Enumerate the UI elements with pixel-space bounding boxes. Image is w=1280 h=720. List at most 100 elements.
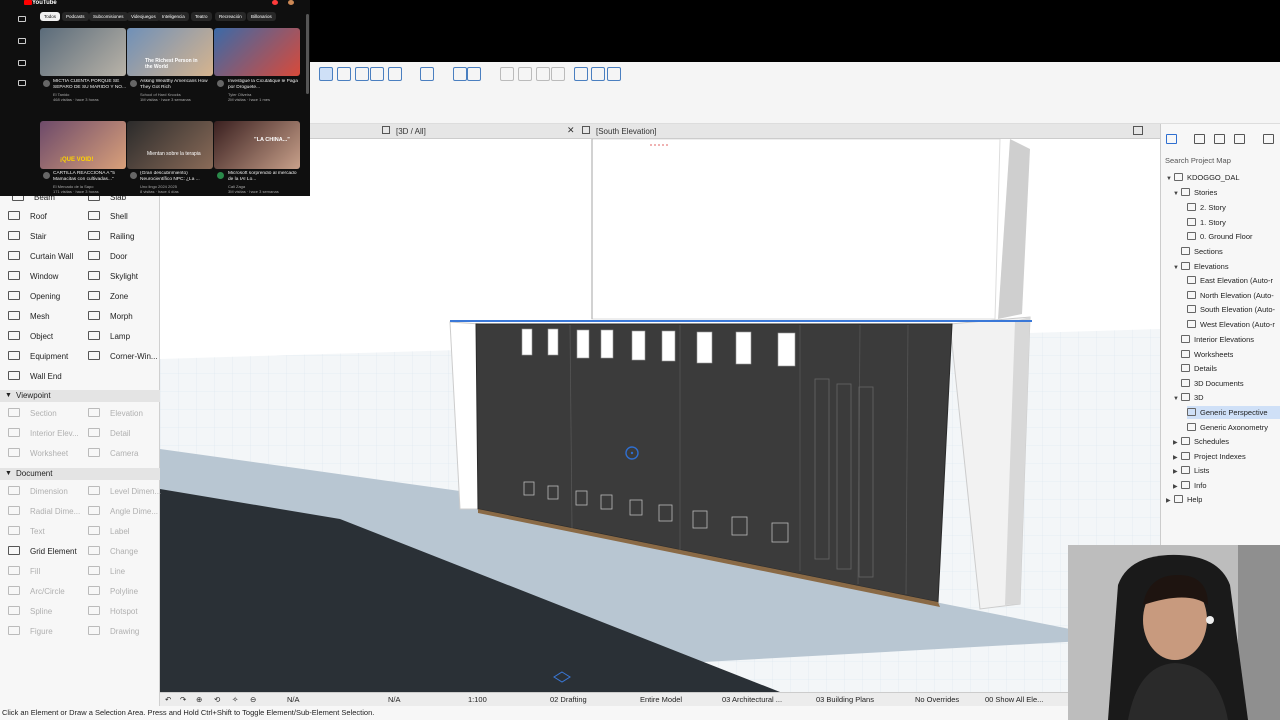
- overrides-field[interactable]: No Overrides: [915, 695, 959, 704]
- tool-equipment[interactable]: Equipment: [8, 350, 68, 364]
- nav-project-root[interactable]: ▼ KDOGGO_DAL: [1166, 171, 1240, 184]
- nav-east-elevation[interactable]: East Elevation (Auto-r: [1187, 274, 1273, 287]
- tool-dimension[interactable]: Dimension: [8, 485, 68, 499]
- tool-text[interactable]: Text: [8, 525, 45, 539]
- trace-icon[interactable]: [574, 67, 588, 81]
- shorts-icon[interactable]: [18, 38, 26, 44]
- chip-inteligencia[interactable]: Inteligencia: [158, 12, 189, 21]
- nav-ground-floor[interactable]: 0. Ground Floor: [1187, 230, 1253, 243]
- tab-south-elevation[interactable]: [South Elevation]: [592, 126, 656, 138]
- project-map-icon[interactable]: [1166, 134, 1177, 144]
- tool-polyline[interactable]: Polyline: [88, 585, 138, 599]
- publisher-icon[interactable]: [1234, 134, 1245, 144]
- tool-line[interactable]: Line: [88, 565, 125, 579]
- video-thumbnail[interactable]: [40, 28, 126, 76]
- tool-corner-window[interactable]: Corner-Win...: [88, 350, 158, 364]
- you-icon[interactable]: [18, 80, 26, 86]
- tool-morph[interactable]: Morph: [88, 310, 133, 324]
- scale-field[interactable]: 1:100: [468, 695, 487, 704]
- nav-info[interactable]: ▶ Info: [1173, 479, 1207, 492]
- youtube-scrollbar[interactable]: [306, 14, 309, 94]
- nav-sections[interactable]: Sections: [1181, 245, 1223, 258]
- video-thumbnail[interactable]: [214, 28, 300, 76]
- chip-videojuegos[interactable]: Videojuegos: [127, 12, 160, 21]
- video-title[interactable]: (Gran descubrimiento) Neurocientífico NP…: [140, 171, 214, 182]
- model-view-field[interactable]: Entire Model: [640, 695, 682, 704]
- redo-icon[interactable]: ↷: [180, 695, 186, 704]
- tool-lamp[interactable]: Lamp: [88, 330, 130, 344]
- tool-drawing[interactable]: Drawing: [88, 625, 139, 639]
- channel-avatar[interactable]: [217, 80, 224, 87]
- marquee-icon[interactable]: [337, 67, 351, 81]
- nav-stories[interactable]: ▼ Stories: [1173, 186, 1217, 199]
- nav-schedules[interactable]: ▶ Schedules: [1173, 435, 1229, 448]
- offset-icon[interactable]: [500, 67, 514, 81]
- nav-generic-axonometry[interactable]: Generic Axonometry: [1187, 421, 1268, 434]
- tool-railing[interactable]: Railing: [88, 230, 134, 244]
- tool-skylight[interactable]: Skylight: [88, 270, 138, 284]
- nav-story-1[interactable]: 1. Story: [1187, 216, 1226, 229]
- nav-details[interactable]: Details: [1181, 362, 1217, 375]
- refresh-icon[interactable]: [607, 67, 621, 81]
- tool-label[interactable]: Label: [88, 525, 130, 539]
- channel-avatar[interactable]: [217, 172, 224, 179]
- tab-bar-menu-icon[interactable]: [1133, 126, 1143, 135]
- tool-zone[interactable]: Zone: [88, 290, 128, 304]
- tool-wall-end[interactable]: Wall End: [8, 370, 62, 384]
- grid-icon[interactable]: [370, 67, 384, 81]
- view-option-field[interactable]: 03 Building Plans: [816, 695, 874, 704]
- nav-3d[interactable]: ▼ 3D: [1173, 391, 1204, 404]
- video-title[interactable]: Microsoft sorprendió al mercado de la IA…: [228, 171, 302, 182]
- tool-fill[interactable]: Fill: [8, 565, 40, 579]
- tool-change[interactable]: Change: [88, 545, 138, 559]
- renovation-field[interactable]: 00 Show All Ele...: [985, 695, 1043, 704]
- tool-angle-dimension[interactable]: Angle Dime...: [88, 505, 158, 519]
- tool-detail[interactable]: Detail: [88, 427, 130, 441]
- nav-elevations[interactable]: ▼ Elevations: [1173, 260, 1229, 273]
- zoom-in-icon[interactable]: ⊕: [196, 695, 202, 704]
- nav-west-elevation[interactable]: West Elevation (Auto-r: [1187, 318, 1275, 331]
- arrow-tool-icon[interactable]: [319, 67, 333, 81]
- pen-set-field[interactable]: 03 Architectural ...: [722, 695, 782, 704]
- navigator-menu-icon[interactable]: [1263, 134, 1274, 144]
- cross-icon[interactable]: [355, 67, 369, 81]
- scissors-icon[interactable]: [453, 67, 467, 81]
- channel-avatar[interactable]: [130, 80, 137, 87]
- na-field-1[interactable]: N/A: [287, 695, 300, 704]
- tool-elevation[interactable]: Elevation: [88, 407, 143, 421]
- chip-billonarios[interactable]: Billonarios: [247, 12, 276, 21]
- tool-mesh[interactable]: Mesh: [8, 310, 50, 324]
- channel-avatar[interactable]: [43, 172, 50, 179]
- video-title[interactable]: CARTILLA REACCIONA A "5 Mamacitas con cu…: [53, 171, 127, 182]
- close-tab-icon[interactable]: ✕: [567, 125, 575, 136]
- tool-worksheet[interactable]: Worksheet: [8, 447, 68, 461]
- nav-help[interactable]: ▶ Help: [1166, 493, 1202, 506]
- layers-icon[interactable]: [591, 67, 605, 81]
- resize-icon[interactable]: [551, 67, 565, 81]
- tool-hotspot[interactable]: Hotspot: [88, 605, 138, 619]
- video-thumbnail[interactable]: "LA CHINA...": [214, 121, 300, 169]
- tool-stair[interactable]: Stair: [8, 230, 46, 244]
- tool-arc-circle[interactable]: Arc/Circle: [8, 585, 65, 599]
- tool-interior-elevation[interactable]: Interior Elev...: [8, 427, 79, 441]
- chip-todos[interactable]: Todos: [40, 12, 61, 21]
- tool-roof[interactable]: Roof: [8, 210, 47, 224]
- nav-worksheets[interactable]: Worksheets: [1181, 348, 1233, 361]
- video-title[interactable]: Asking Wealthy Americans How They Got Ri…: [140, 79, 214, 90]
- layer-combo-field[interactable]: 02 Drafting: [550, 695, 587, 704]
- video-title[interactable]: MICTIA CUENTA PORQUE SE SEPARO DE SU MAR…: [53, 79, 127, 90]
- viewpoint-section-header[interactable]: ▼ Viewpoint: [0, 390, 160, 402]
- video-thumbnail[interactable]: Mientan sobre la terapia: [127, 121, 213, 169]
- subscriptions-icon[interactable]: [18, 60, 26, 66]
- nav-project-indexes[interactable]: ▶ Project Indexes: [1173, 450, 1246, 463]
- split-icon[interactable]: [536, 67, 550, 81]
- channel-avatar[interactable]: [130, 172, 137, 179]
- nav-story-2[interactable]: 2. Story: [1187, 201, 1226, 214]
- tool-figure[interactable]: Figure: [8, 625, 53, 639]
- account-avatar[interactable]: [288, 0, 294, 5]
- tool-radial-dimension[interactable]: Radial Dime...: [8, 505, 80, 519]
- tool-level-dimension[interactable]: Level Dimen...: [88, 485, 161, 499]
- tool-section[interactable]: Section: [8, 407, 57, 421]
- nav-interior-elevations[interactable]: Interior Elevations: [1181, 333, 1254, 346]
- view-map-icon[interactable]: [1194, 134, 1205, 144]
